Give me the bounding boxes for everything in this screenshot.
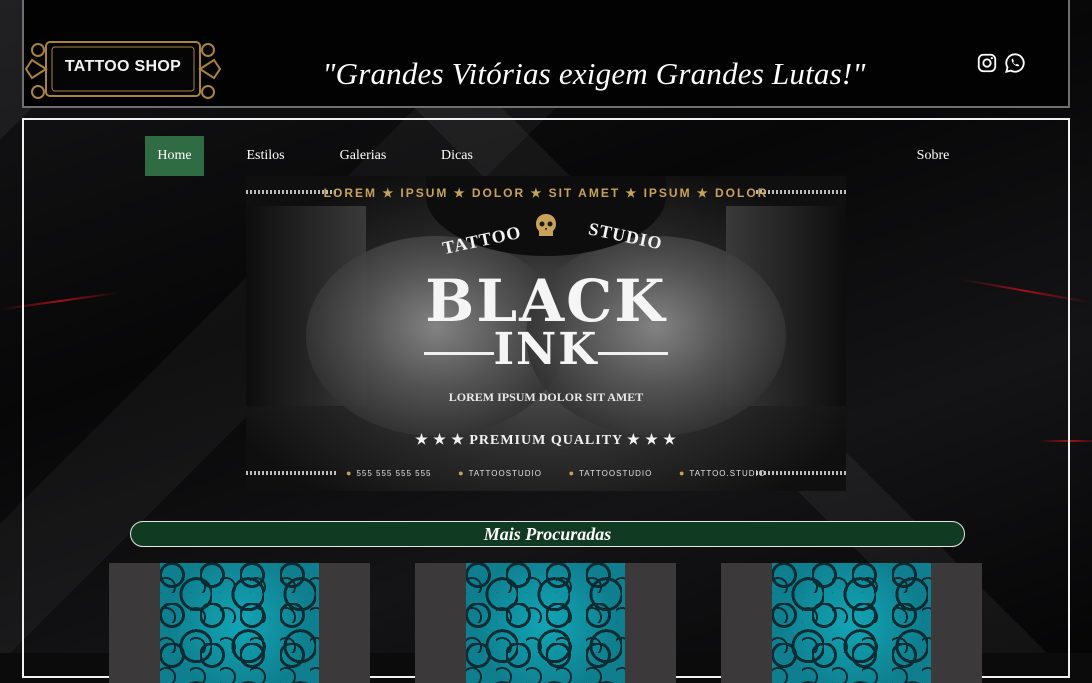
- nav-estilos[interactable]: Estilos: [237, 136, 294, 176]
- banner-twitter: TATTOO.STUDIO: [679, 468, 766, 478]
- instagram-icon[interactable]: [976, 52, 998, 74]
- banner-ink: INK: [493, 324, 599, 375]
- social-links: [976, 52, 1026, 74]
- nav-home[interactable]: Home: [145, 136, 204, 176]
- banner-phone: 555 555 555 555: [346, 468, 432, 478]
- nav-sobre[interactable]: Sobre: [907, 136, 959, 176]
- banner-lorem: LOREM IPSUM DOLOR SIT AMET: [448, 390, 644, 404]
- site-header: TATTOO SHOP "Grandes Vitórias exigem Gra…: [22, 0, 1070, 108]
- banner-black: BLACK: [425, 267, 667, 335]
- banner-premium: ★ ★ ★ PREMIUM QUALITY ★ ★ ★: [415, 433, 677, 448]
- gallery-card[interactable]: [109, 563, 370, 683]
- gallery-card[interactable]: [415, 563, 676, 683]
- gallery-thumbnail[interactable]: [772, 563, 931, 683]
- nav-galerias[interactable]: Galerias: [333, 136, 393, 176]
- gallery-thumbnail[interactable]: [160, 563, 319, 683]
- gallery-card[interactable]: [721, 563, 982, 683]
- banner-top-text: LOREM ★ IPSUM ★ DOLOR ★ SIT AMET ★ IPSUM…: [323, 186, 769, 200]
- whatsapp-icon[interactable]: [1004, 52, 1026, 74]
- skull-wings-icon: [536, 214, 556, 236]
- banner-instagram: TATTOOSTUDIO: [569, 468, 653, 478]
- hero-banner: LOREM ★ IPSUM ★ DOLOR ★ SIT AMET ★ IPSUM…: [246, 176, 846, 491]
- gallery-thumbnail[interactable]: [466, 563, 625, 683]
- banner-facebook: TATTOOSTUDIO: [458, 468, 542, 478]
- banner-contacts: 555 555 555 555 TATTOOSTUDIO TATTOOSTUDI…: [346, 468, 766, 478]
- section-title: Mais Procuradas: [130, 521, 965, 547]
- logo[interactable]: TATTOO SHOP: [24, 36, 222, 106]
- nav-dicas[interactable]: Dicas: [433, 136, 481, 176]
- main-nav: Home Estilos Galerias Dicas Sobre: [145, 136, 955, 176]
- slogan: "Grandes Vitórias exigem Grandes Lutas!": [322, 56, 866, 91]
- main-content: Home Estilos Galerias Dicas Sobre LOREM …: [22, 118, 1070, 683]
- logo-text: TATTOO SHOP: [64, 58, 182, 75]
